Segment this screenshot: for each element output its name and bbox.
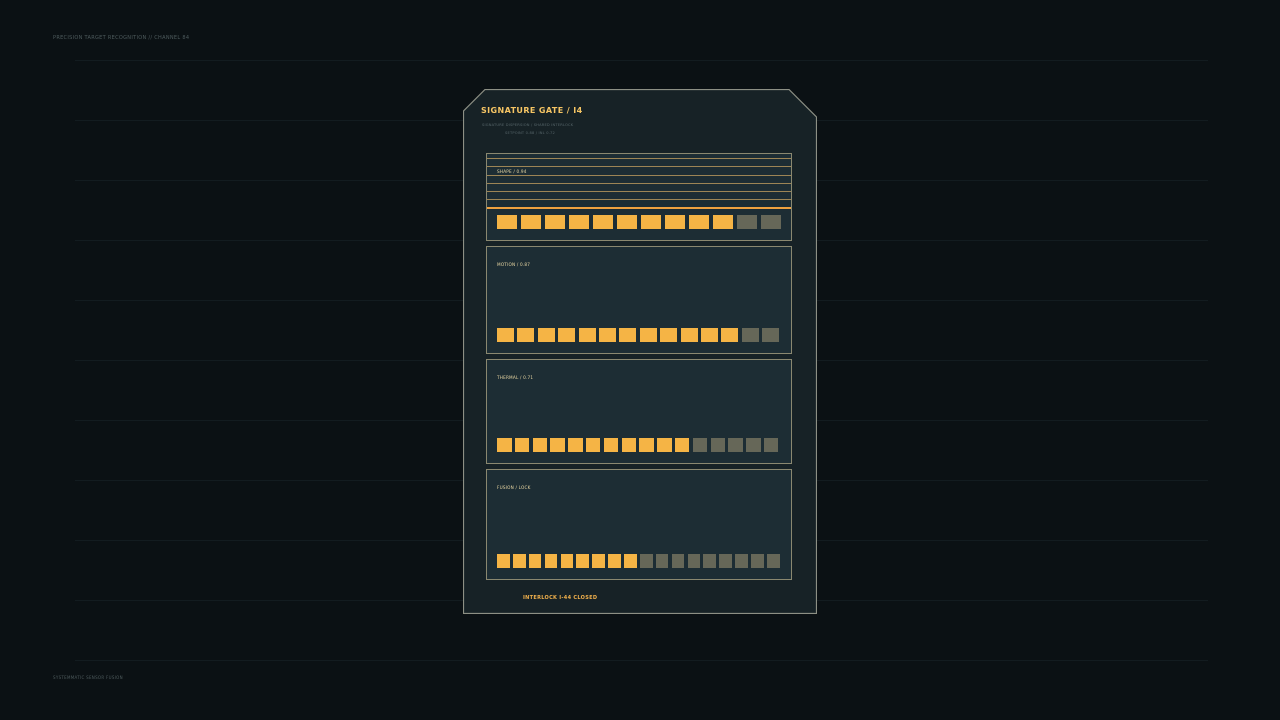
meter-cell-inactive — [710, 438, 726, 452]
meter-cell-active — [545, 215, 565, 229]
meter-cell-active — [578, 328, 596, 342]
meter-cell-inactive — [735, 554, 748, 568]
meter-cell-inactive — [703, 554, 717, 568]
meter-cell-active — [576, 554, 590, 568]
shape-trace-line — [487, 175, 791, 176]
meter-cell-active — [497, 554, 510, 568]
meter-cell-active — [497, 328, 514, 342]
shape-trace-line — [487, 199, 791, 200]
interlock-status: INTERLOCK I-44 CLOSED — [523, 595, 598, 601]
meter-cell-active — [550, 438, 565, 452]
fusion-section: FUSION / LOCK — [486, 469, 792, 580]
meter-cell-active — [621, 438, 637, 452]
meter-cell-inactive — [671, 554, 685, 568]
meter-cell-active — [657, 438, 672, 452]
meter-cell-inactive — [741, 328, 759, 342]
meter-cell-active — [641, 215, 661, 229]
meter-cell-active — [497, 438, 512, 452]
meter-cell-active — [617, 215, 637, 229]
meter-cell-active — [680, 328, 698, 342]
meter-cell-inactive — [766, 554, 780, 568]
meter-cell-inactive — [763, 438, 779, 452]
meter-cell-active — [639, 438, 654, 452]
thermal-section-label: THERMAL / 0.71 — [497, 375, 534, 380]
meter-cell-active — [512, 554, 526, 568]
meter-cell-active — [514, 438, 530, 452]
meter-cell-active — [619, 328, 637, 342]
motion-meter — [497, 328, 780, 342]
meter-cell-inactive — [692, 438, 708, 452]
meter-cell-active — [558, 328, 576, 342]
signature-gate-panel: SIGNATURE GATE / I4 SIGNATURE DISPERSION… — [463, 89, 817, 614]
meter-cell-active — [674, 438, 690, 452]
meter-cell-active — [569, 215, 589, 229]
meter-cell-inactive — [762, 328, 780, 342]
meter-cell-inactive — [751, 554, 764, 568]
meter-cell-active — [624, 554, 637, 568]
meter-cell-active — [700, 328, 718, 342]
meter-cell-inactive — [746, 438, 761, 452]
shape-trace-line — [487, 166, 791, 167]
fusion-meter — [497, 554, 780, 568]
meter-cell-active — [592, 554, 605, 568]
background-grid-line — [75, 60, 1208, 61]
meter-cell-inactive — [687, 554, 701, 568]
motion-section: MOTION / 0.87 — [486, 246, 792, 354]
meter-cell-inactive — [728, 438, 743, 452]
meter-cell-inactive — [737, 215, 757, 229]
meter-cell-active — [660, 328, 678, 342]
shape-trace-line — [487, 183, 791, 184]
panel-subtitle-primary: SIGNATURE DISPERSION / SHARED INTERLOCK — [482, 123, 574, 127]
shape-section: SHAPE / 0.94 — [486, 153, 792, 241]
meter-cell-inactive — [761, 215, 781, 229]
meter-cell-active — [665, 215, 685, 229]
meter-cell-active — [497, 215, 517, 229]
meter-cell-active — [568, 438, 583, 452]
shape-trace-line — [487, 191, 791, 192]
meter-cell-inactive — [719, 554, 732, 568]
panel-title: SIGNATURE GATE / I4 — [481, 106, 583, 115]
background-grid-line — [75, 660, 1208, 661]
meter-cell-active — [593, 215, 613, 229]
meter-cell-active — [560, 554, 574, 568]
motion-section-label: MOTION / 0.87 — [497, 262, 531, 267]
thermal-section: THERMAL / 0.71 — [486, 359, 792, 464]
meter-cell-active — [603, 438, 619, 452]
meter-cell-active — [521, 215, 541, 229]
shape-trace-line — [487, 158, 791, 159]
footer-signature-label: SYSTEMMATIC SENSOR FUSION — [53, 675, 123, 680]
shape-trace-line-active — [487, 207, 791, 209]
meter-cell-active — [713, 215, 733, 229]
meter-cell-active — [528, 554, 542, 568]
meter-cell-active — [517, 328, 535, 342]
fusion-section-label: FUSION / LOCK — [497, 485, 531, 490]
meter-cell-active — [608, 554, 621, 568]
meter-cell-active — [537, 328, 555, 342]
meter-cell-active — [544, 554, 558, 568]
meter-cell-active — [585, 438, 601, 452]
meter-cell-active — [721, 328, 739, 342]
meter-cell-active — [598, 328, 616, 342]
shape-meter — [497, 215, 781, 229]
meter-cell-active — [639, 328, 657, 342]
meter-cell-active — [689, 215, 709, 229]
thermal-meter — [497, 438, 779, 452]
panel-subtitle-secondary: SETPOINT 0.88 / INL 0.72 — [505, 131, 556, 135]
meter-cell-inactive — [639, 554, 653, 568]
screen-background: PRECISION TARGET RECOGNITION // CHANNEL … — [0, 0, 1280, 720]
channel-label: PRECISION TARGET RECOGNITION // CHANNEL … — [53, 35, 190, 41]
shape-section-label: SHAPE / 0.94 — [497, 169, 527, 174]
meter-cell-inactive — [655, 554, 669, 568]
meter-cell-active — [532, 438, 548, 452]
